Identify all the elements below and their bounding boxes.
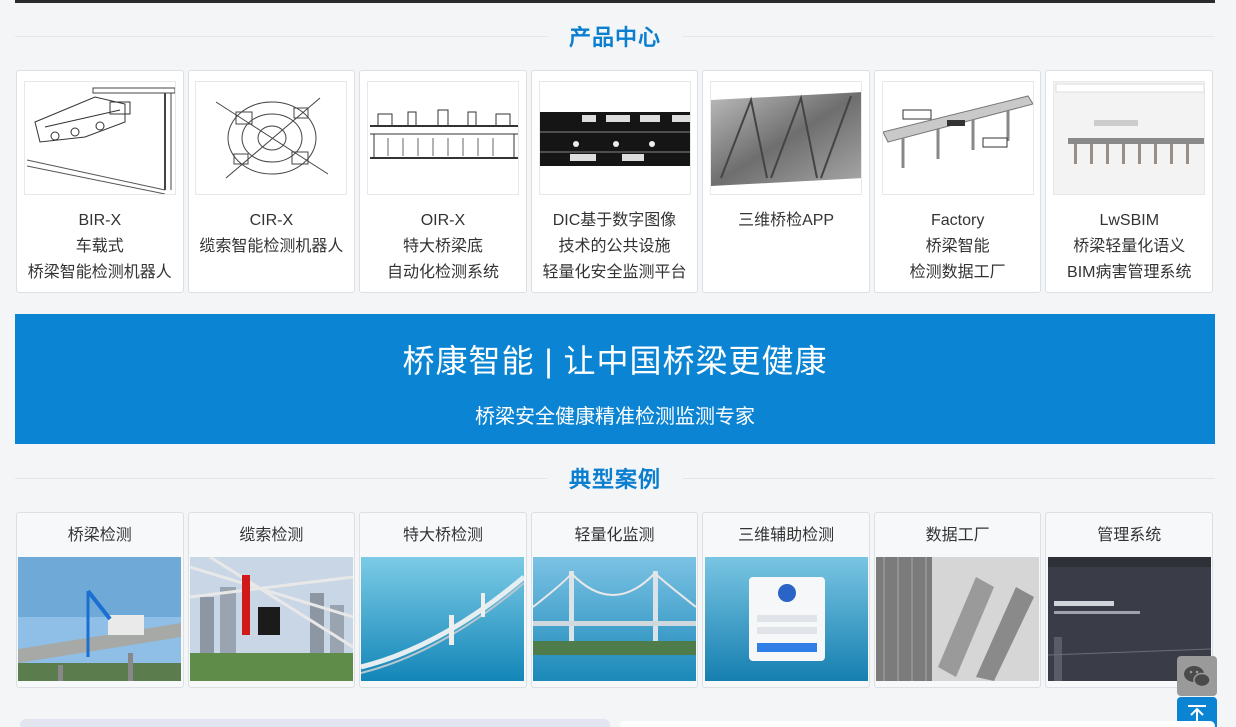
product-name-line: 车载式 — [75, 238, 124, 255]
bridge-3d-model — [881, 81, 1034, 195]
case-card-3d-assisted[interactable]: 三维辅助检测 — [702, 512, 870, 688]
product-name-line: 缆索智能检测机器人 — [199, 238, 344, 255]
product-grid: BIR-X 车载式 桥梁智能检测机器人 CIR-X 缆索智能检测机器人 OIR-… — [16, 70, 1214, 293]
product-card-3d-app[interactable]: 三维桥检APP — [702, 70, 870, 293]
monitoring-dashboard — [538, 81, 691, 195]
banner-headline: 桥康智能 | 让中国桥梁更健康 — [402, 343, 828, 379]
product-name-line: OIR-X — [420, 212, 466, 229]
product-name-line: 检测数据工厂 — [909, 264, 1006, 281]
case-label: 三维辅助检测 — [738, 527, 835, 544]
product-card-oir-x[interactable]: OIR-X 特大桥梁底 自动化检测系统 — [359, 70, 527, 293]
bridge-underside-system-drawing — [366, 81, 519, 195]
case-card-data-factory[interactable]: 数据工厂 — [873, 512, 1042, 688]
product-name-line: 技术的公共设施 — [558, 238, 671, 255]
cable-robot-photo — [189, 557, 353, 681]
login-screen — [704, 557, 868, 681]
case-card-major-bridge[interactable]: 特大桥检测 — [359, 512, 527, 688]
slogan-banner: 桥康智能 | 让中国桥梁更健康 桥梁安全健康精准检测监测专家 — [15, 314, 1215, 444]
product-name-line: LwSBIM — [1099, 212, 1160, 229]
3d-bridge-surface — [710, 81, 863, 195]
product-name-line: Factory — [931, 212, 985, 229]
case-label: 桥梁检测 — [67, 527, 132, 544]
product-card-cir-x[interactable]: CIR-X 缆索智能检测机器人 — [187, 70, 356, 293]
3d-scan-render — [876, 557, 1040, 681]
vehicle-inspection-robot-drawing — [23, 81, 176, 195]
product-name-line: 桥梁轻量化语义 — [1073, 238, 1186, 255]
product-name-line: 特大桥梁底 — [402, 238, 483, 255]
cable-robot-drawing — [195, 81, 348, 195]
case-card-lightweight-monitoring[interactable]: 轻量化监测 — [530, 512, 699, 688]
cases-heading: 典型案例 — [15, 463, 1216, 493]
product-name-line: BIR-X — [78, 212, 122, 229]
wechat-icon[interactable] — [1177, 656, 1217, 696]
case-grid: 桥梁检测 缆索检测 特大桥检测 轻量化监测 三维辅助检测 数据工厂 管理系统 — [16, 512, 1214, 688]
product-center-heading: 产品中心 — [15, 21, 1216, 51]
case-card-cable-inspection[interactable]: 缆索检测 — [187, 512, 356, 688]
product-name-line: CIR-X — [249, 212, 294, 229]
banner-subline: 桥梁安全健康精准检测监测专家 — [475, 406, 755, 428]
product-name-line: 桥梁智能检测机器人 — [27, 264, 172, 281]
product-name-line: DIC基于数字图像 — [552, 212, 677, 229]
product-name-line: 桥梁智能 — [925, 238, 990, 255]
case-card-bridge-inspection[interactable]: 桥梁检测 — [16, 512, 184, 688]
product-card-factory[interactable]: Factory 桥梁智能 检测数据工厂 — [873, 70, 1042, 293]
case-label: 数据工厂 — [925, 527, 990, 544]
case-label: 特大桥检测 — [402, 527, 483, 544]
product-card-bir-x[interactable]: BIR-X 车载式 桥梁智能检测机器人 — [16, 70, 184, 293]
truck-on-bridge-photo — [18, 557, 182, 681]
product-card-lwsbim[interactable]: LwSBIM 桥梁轻量化语义 BIM病害管理系统 — [1045, 70, 1214, 293]
product-card-dic[interactable]: DIC基于数字图像 技术的公共设施 轻量化安全监测平台 — [530, 70, 699, 293]
sea-bridge-photo — [361, 557, 525, 681]
case-label: 管理系统 — [1097, 527, 1162, 544]
suspension-bridge-photo — [533, 557, 697, 681]
hero-image-bottom-edge — [15, 0, 1215, 3]
case-label: 轻量化监测 — [574, 527, 655, 544]
product-name-line: 轻量化安全监测平台 — [542, 264, 687, 281]
cases-title: 典型案例 — [569, 467, 662, 492]
product-name-line: 自动化检测系统 — [386, 264, 499, 281]
next-section-edge — [20, 719, 610, 727]
case-label: 缆索检测 — [239, 527, 304, 544]
next-section-edge — [620, 721, 1215, 727]
product-name-line: BIM病害管理系统 — [1067, 264, 1192, 281]
bim-bridge-model — [1053, 81, 1206, 195]
product-center-title: 产品中心 — [569, 25, 662, 50]
product-name-line: 三维桥检APP — [738, 212, 835, 229]
